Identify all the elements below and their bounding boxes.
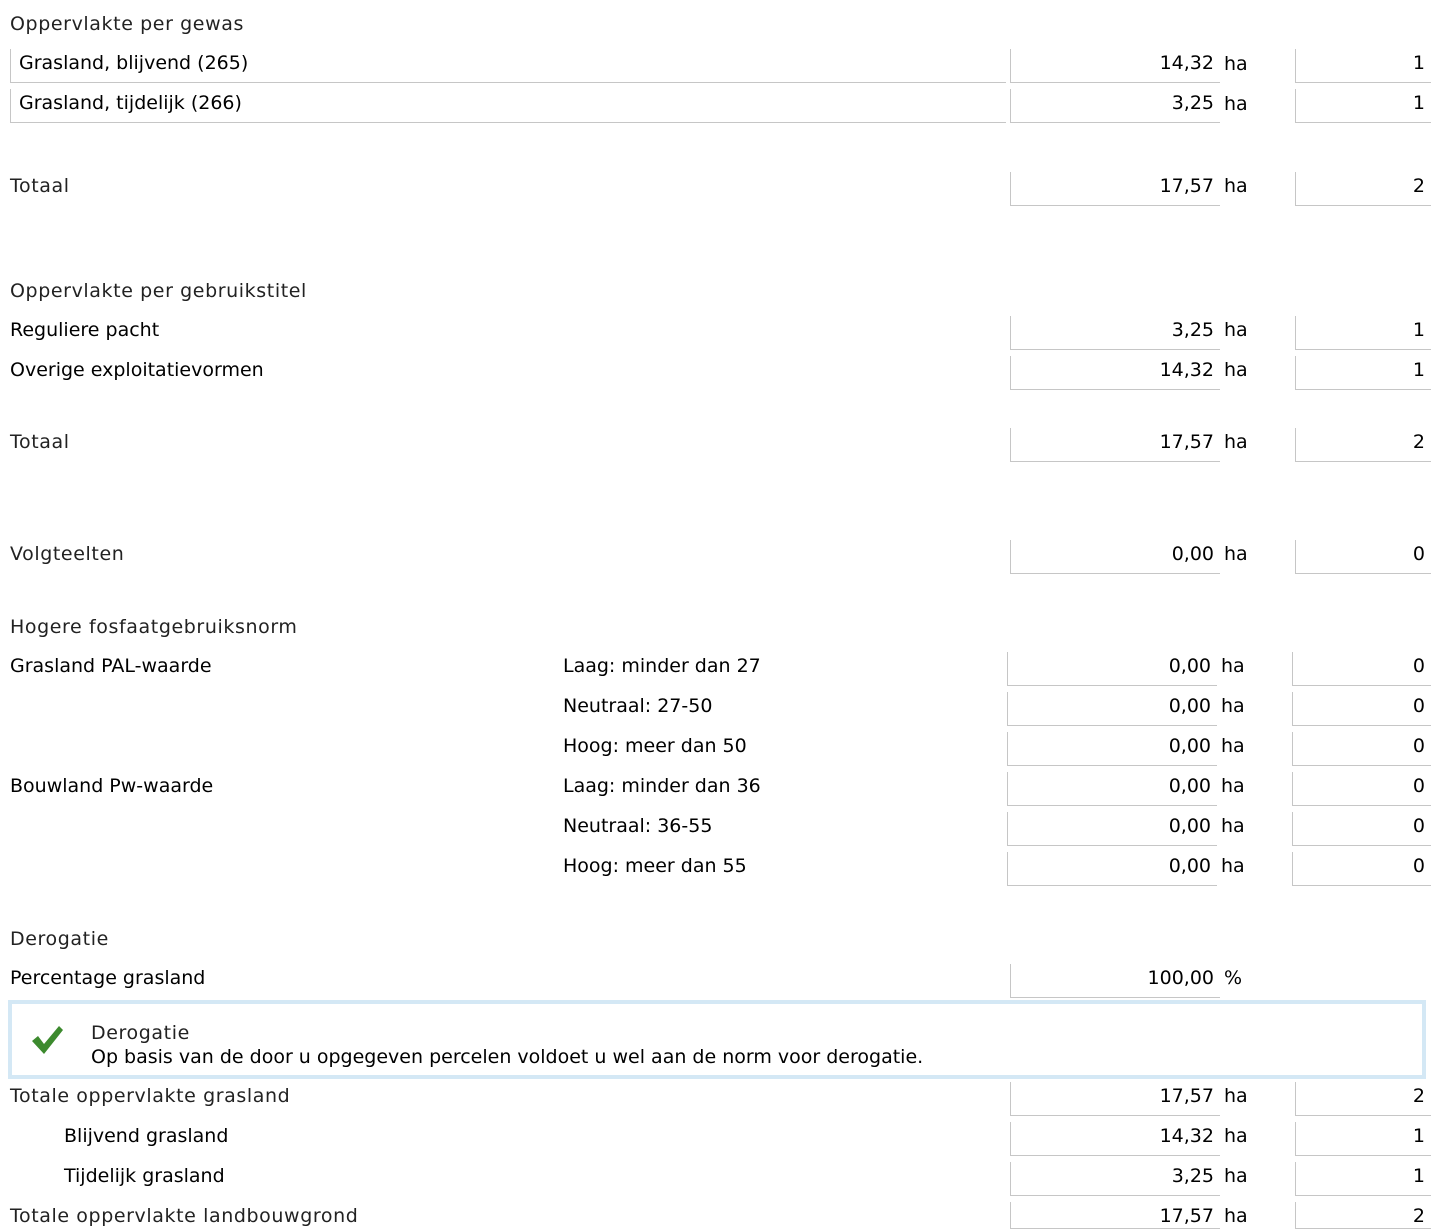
- fosfaat-unit: ha: [1221, 775, 1245, 797]
- total-unit-gewas: ha: [1224, 175, 1248, 197]
- section-title-gebruikstitel: Oppervlakte per gebruikstitel: [10, 280, 307, 302]
- fosfaat-class-label: Neutraal: 27-50: [563, 695, 713, 717]
- fosfaat-class-label: Laag: minder dan 27: [563, 655, 761, 677]
- crop-row-unit: ha: [1224, 53, 1248, 75]
- derogatie-notice: Derogatie Op basis van de door u opgegev…: [8, 1000, 1426, 1079]
- volgteelten-label: Volgteelten: [10, 543, 125, 565]
- fosfaat-group-label: Grasland PAL-waarde: [10, 655, 212, 677]
- fosfaat-class-label: Neutraal: 36-55: [563, 815, 713, 837]
- fosfaat-unit: ha: [1221, 695, 1245, 717]
- totale-grasland-label: Totale oppervlakte grasland: [10, 1085, 291, 1107]
- fosfaat-count: 0: [1292, 692, 1431, 726]
- fosfaat-count: 0: [1292, 652, 1431, 686]
- section-title-fosfaat: Hogere fosfaatgebruiksnorm: [10, 616, 298, 638]
- totale-grasland-value: 17,57: [1010, 1082, 1220, 1116]
- total-unit-gebruikstitel: ha: [1224, 431, 1248, 453]
- fosfaat-class-label: Hoog: meer dan 55: [563, 855, 747, 877]
- fosfaat-count: 0: [1292, 732, 1431, 766]
- fosfaat-unit: ha: [1221, 655, 1245, 677]
- tijdelijk-grasland-unit: ha: [1224, 1165, 1248, 1187]
- fosfaat-group-label: Bouwland Pw-waarde: [10, 775, 214, 797]
- totale-landbouwgrond-value: 17,57: [1010, 1202, 1220, 1229]
- tijdelijk-grasland-label: Tijdelijk grasland: [64, 1165, 225, 1187]
- gebruikstitel-row-value: 3,25: [1010, 316, 1220, 350]
- totale-landbouwgrond-count: 2: [1295, 1202, 1431, 1229]
- gebruikstitel-row-label: Reguliere pacht: [10, 319, 160, 341]
- fosfaat-unit: ha: [1221, 855, 1245, 877]
- gebruikstitel-row-unit: ha: [1224, 359, 1248, 381]
- notice-title: Derogatie: [91, 1022, 190, 1044]
- totale-grasland-count: 2: [1295, 1082, 1431, 1116]
- gebruikstitel-row-unit: ha: [1224, 319, 1248, 341]
- tijdelijk-grasland-value: 3,25: [1010, 1162, 1220, 1196]
- fosfaat-count: 0: [1292, 852, 1431, 886]
- fosfaat-value: 0,00: [1007, 692, 1217, 726]
- fosfaat-count: 0: [1292, 812, 1431, 846]
- fosfaat-value: 0,00: [1007, 812, 1217, 846]
- blijvend-grasland-label: Blijvend grasland: [64, 1125, 229, 1147]
- crop-row-label: Grasland, blijvend (265): [10, 49, 1006, 83]
- fosfaat-value: 0,00: [1007, 852, 1217, 886]
- tijdelijk-grasland-count: 1: [1295, 1162, 1431, 1196]
- total-value-gebruikstitel: 17,57: [1010, 428, 1220, 462]
- fosfaat-unit: ha: [1221, 735, 1245, 757]
- fosfaat-value: 0,00: [1007, 772, 1217, 806]
- total-label-gewas: Totaal: [10, 175, 70, 197]
- notice-body: Op basis van de door u opgegeven percele…: [91, 1046, 924, 1068]
- fosfaat-count: 0: [1292, 772, 1431, 806]
- total-count-gewas: 2: [1295, 172, 1431, 206]
- fosfaat-class-label: Laag: minder dan 36: [563, 775, 761, 797]
- blijvend-grasland-value: 14,32: [1010, 1122, 1220, 1156]
- fosfaat-unit: ha: [1221, 815, 1245, 837]
- volgteelten-count: 0: [1295, 540, 1431, 574]
- fosfaat-value: 0,00: [1007, 732, 1217, 766]
- crop-row-value: 14,32: [1010, 49, 1220, 83]
- volgteelten-value: 0,00: [1010, 540, 1220, 574]
- total-value-gewas: 17,57: [1010, 172, 1220, 206]
- percentage-grasland-unit: %: [1224, 967, 1243, 989]
- crop-row-label: Grasland, tijdelijk (266): [10, 89, 1006, 123]
- blijvend-grasland-count: 1: [1295, 1122, 1431, 1156]
- totale-landbouwgrond-label: Totale oppervlakte landbouwgrond: [10, 1205, 359, 1227]
- gebruikstitel-row-value: 14,32: [1010, 356, 1220, 390]
- fosfaat-value: 0,00: [1007, 652, 1217, 686]
- crop-row-value: 3,25: [1010, 89, 1220, 123]
- crop-row-unit: ha: [1224, 93, 1248, 115]
- total-count-gebruikstitel: 2: [1295, 428, 1431, 462]
- section-title-gewas: Oppervlakte per gewas: [10, 13, 244, 35]
- check-icon: [30, 1024, 64, 1056]
- totale-grasland-unit: ha: [1224, 1085, 1248, 1107]
- section-title-derogatie: Derogatie: [10, 928, 109, 950]
- blijvend-grasland-unit: ha: [1224, 1125, 1248, 1147]
- gebruikstitel-row-label: Overige exploitatievormen: [10, 359, 264, 381]
- volgteelten-unit: ha: [1224, 543, 1248, 565]
- crop-row-count: 1: [1295, 49, 1431, 83]
- percentage-grasland-label: Percentage grasland: [10, 967, 206, 989]
- percentage-grasland-value: 100,00: [1010, 964, 1220, 998]
- totale-landbouwgrond-unit: ha: [1224, 1205, 1248, 1227]
- total-label-gebruikstitel: Totaal: [10, 431, 70, 453]
- fosfaat-class-label: Hoog: meer dan 50: [563, 735, 747, 757]
- gebruikstitel-row-count: 1: [1295, 356, 1431, 390]
- crop-row-count: 1: [1295, 89, 1431, 123]
- gebruikstitel-row-count: 1: [1295, 316, 1431, 350]
